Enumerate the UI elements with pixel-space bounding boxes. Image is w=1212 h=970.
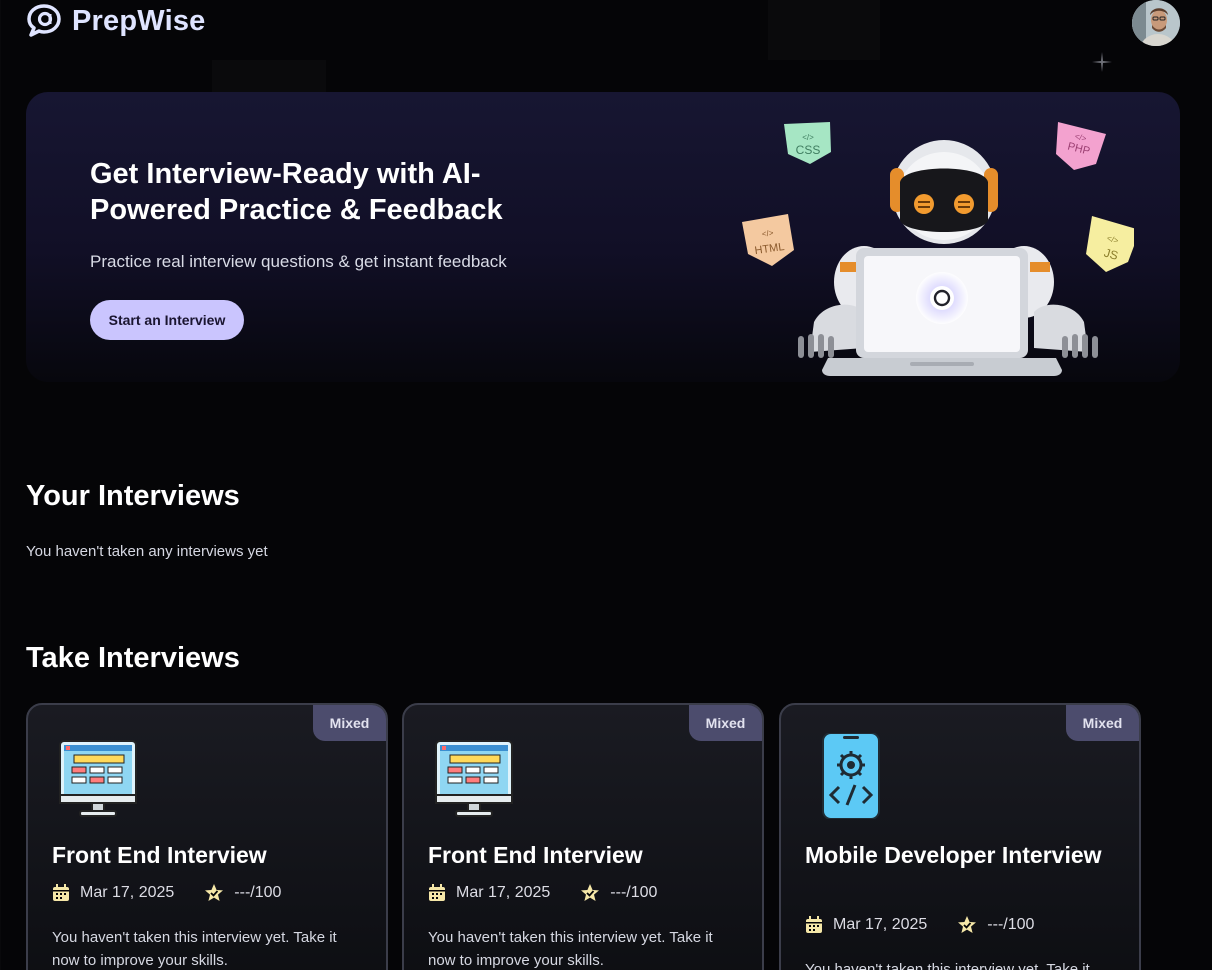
background-block [212, 60, 326, 92]
svg-text:</>: </> [761, 228, 774, 239]
sparkle-icon [1092, 52, 1112, 72]
star-icon [205, 884, 224, 901]
navbar: PrepWise [26, 0, 1186, 46]
interview-title: Front End Interview [52, 842, 267, 868]
css-tag-label: CSS [796, 143, 821, 157]
html-tag-icon: HTML </> [742, 214, 794, 266]
calendar-icon [806, 916, 822, 933]
php-tag-icon: PHP </> [1056, 122, 1106, 170]
svg-text:</>: </> [802, 133, 814, 142]
interview-date: Mar 17, 2025 [833, 916, 928, 933]
user-photo-icon [1132, 0, 1180, 46]
css-tag-icon: CSS </> [784, 122, 831, 164]
your-interviews-title: Your Interviews [26, 480, 240, 512]
interview-card[interactable]: Mixed Front End Interview Mar 17, 2025 -… [402, 703, 764, 970]
interview-description: You haven't taken this interview yet. Ta… [428, 929, 713, 969]
interview-card[interactable]: Mixed Front End Interview Mar 17, 2025 -… [26, 703, 388, 970]
interview-type-badge: Mixed [689, 705, 762, 741]
chat-bubble-logo-icon [27, 4, 61, 37]
page: PrepWise Get Interview-Ready with AI-Pow… [0, 0, 1212, 970]
interview-type-badge: Mixed [313, 705, 386, 741]
interview-title: Mobile Developer Interview [805, 842, 1102, 868]
interview-type-badge: Mixed [1066, 705, 1139, 741]
hero-subtitle: Practice real interview questions & get … [90, 252, 507, 271]
empty-interviews-message: You haven't taken any interviews yet [26, 543, 268, 560]
hero-banner: Get Interview-Ready with AI-Powered Prac… [26, 92, 1180, 382]
robot-illustration: CSS </> PHP </> HTML </> JS </> [742, 122, 1134, 376]
star-icon [958, 916, 977, 933]
interview-card[interactable]: Mixed Mobile Developer Interview Mar 17,… [779, 703, 1141, 970]
user-avatar[interactable] [1132, 0, 1180, 46]
brand-name: PrepWise [72, 4, 206, 37]
interview-description: You haven't taken this interview yet. Ta… [52, 929, 337, 969]
interview-description: You haven't taken this interview yet. Ta… [805, 961, 1090, 970]
interview-meta: Mar 17, 2025 ---/100 [428, 883, 657, 903]
interview-date: Mar 17, 2025 [456, 884, 551, 901]
interview-meta: Mar 17, 2025 ---/100 [805, 915, 1034, 935]
interview-title: Front End Interview [428, 842, 643, 868]
interview-date: Mar 17, 2025 [80, 884, 175, 901]
star-icon [581, 884, 600, 901]
hero-title: Get Interview-Ready with AI-Powered Prac… [90, 158, 503, 226]
monitor-icon [435, 740, 513, 817]
interview-score: ---/100 [610, 884, 658, 901]
calendar-icon [53, 884, 69, 901]
monitor-icon [59, 740, 137, 817]
interview-score: ---/100 [987, 916, 1035, 933]
calendar-icon [429, 884, 445, 901]
take-interviews-title: Take Interviews [26, 642, 240, 674]
interview-score: ---/100 [234, 884, 282, 901]
interview-meta: Mar 17, 2025 ---/100 [52, 883, 281, 903]
start-interview-button[interactable]: Start an Interview [90, 300, 244, 340]
mobile-code-icon [822, 733, 880, 819]
js-tag-icon: JS </> [1086, 216, 1134, 272]
logo[interactable]: PrepWise [26, 4, 206, 38]
